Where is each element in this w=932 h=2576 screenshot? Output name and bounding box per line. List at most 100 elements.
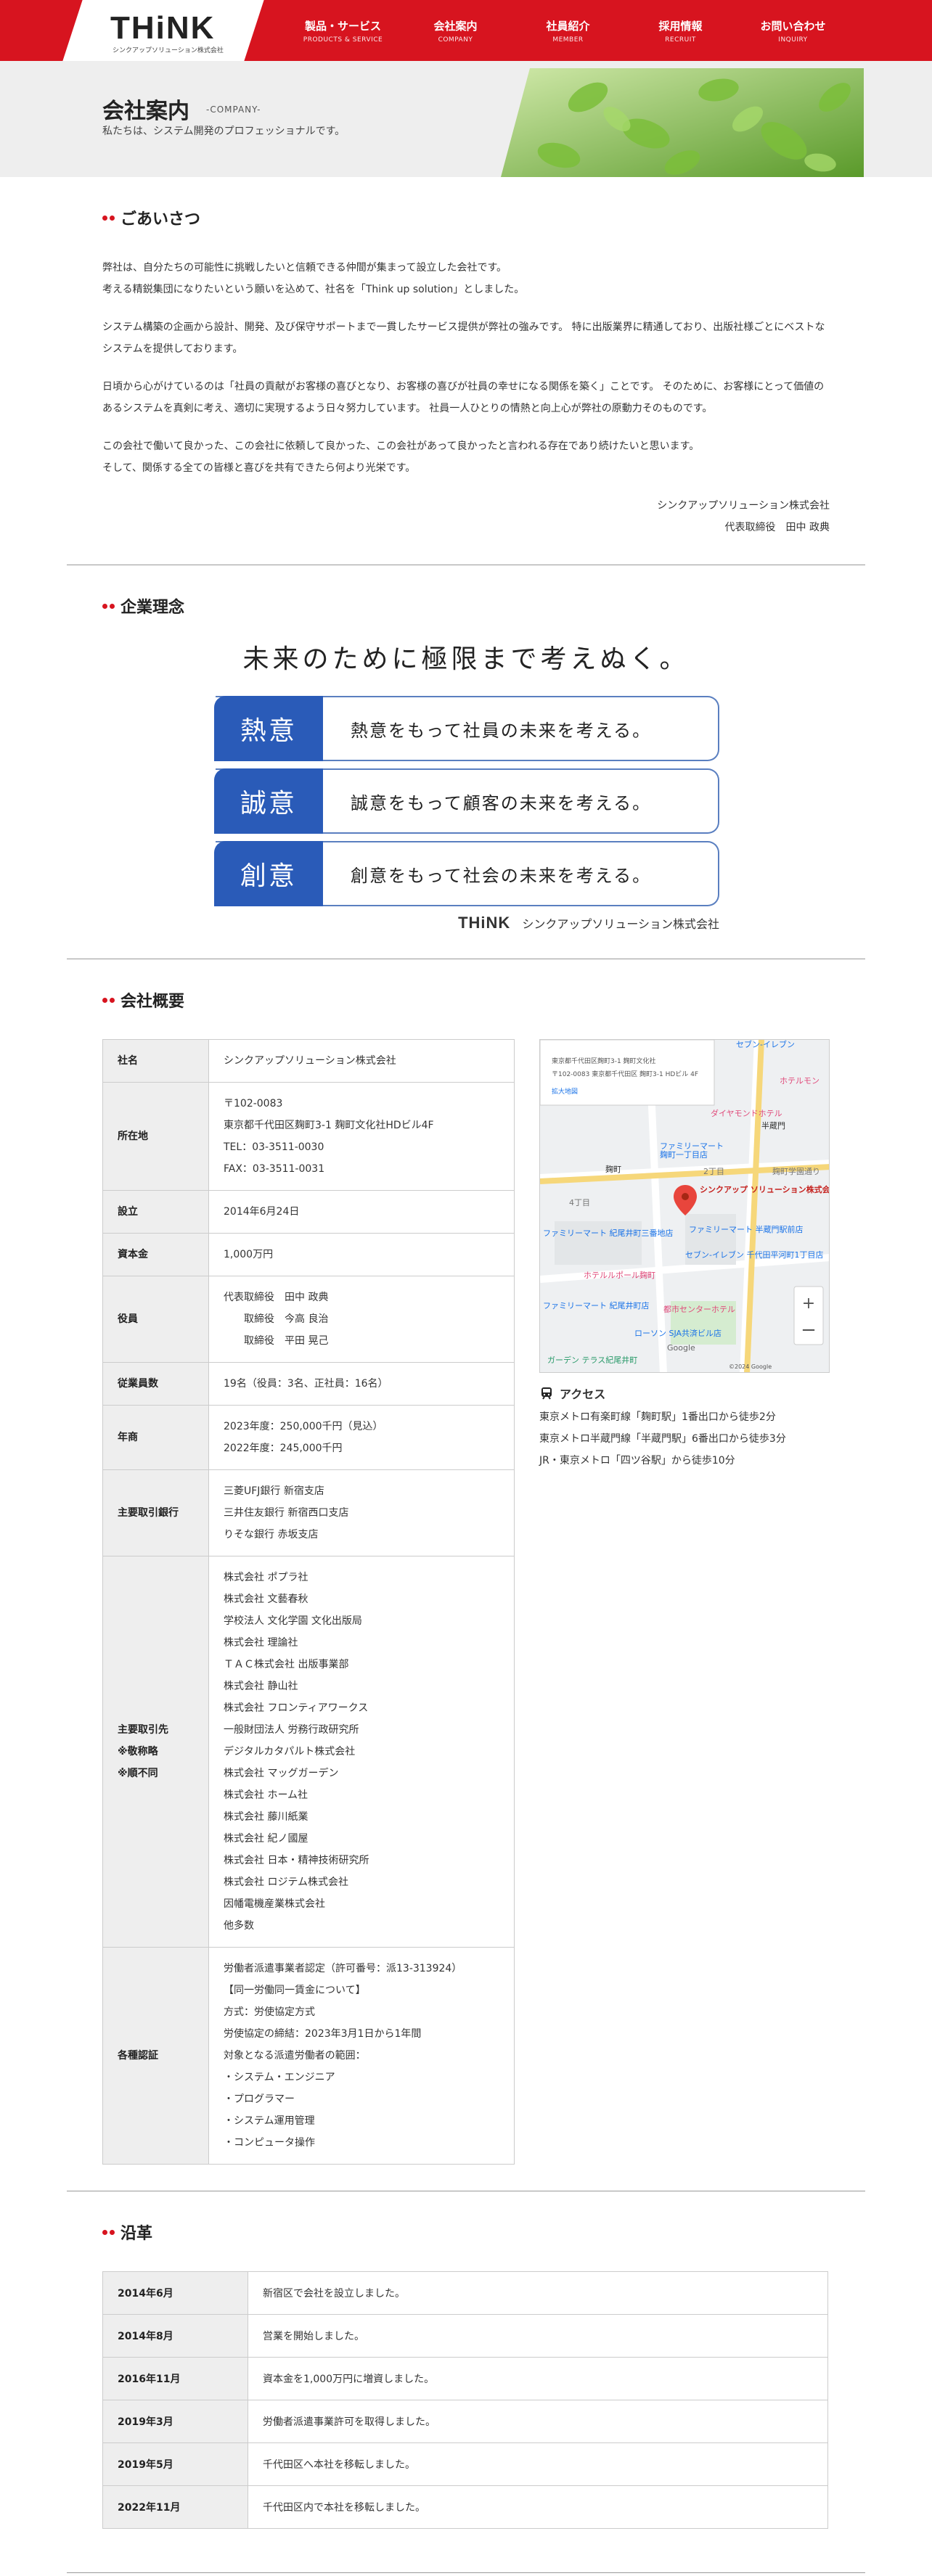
- greeting-signature: シンクアップソリューション株式会社 代表取締役 田中 政典: [102, 495, 830, 538]
- profile-row: 各種認証 労働者派遣事業者認定（許可番号：派13-313924） 【同一労働同一賃金…: [102, 1947, 515, 2165]
- philosophy-text: 創意をもって社会の未来を考える。: [351, 865, 652, 886]
- philosophy-text: 誠意をもって顧客の未来を考える。: [351, 792, 652, 813]
- map-canvas: 東京都千代田区麹町3-1 麹町文化社 〒102-0083 東京都千代田区 麹町3…: [540, 1040, 830, 1372]
- history-section: 沿革 2014年6月 新宿区で会社を設立しました。 2014年8月 営業を開始しました…: [67, 2191, 865, 2573]
- nav-item-inquiry[interactable]: お問い合わせ INQUIRY: [737, 0, 849, 61]
- signature-ceo: 代表取締役 田中 政典: [724, 522, 830, 533]
- site-logo-subtitle: シンクアップソリューション株式会社: [113, 47, 224, 54]
- profile-value-line: 三井住友銀行 新宿西口支店: [224, 1507, 349, 1519]
- profile-value-line: 取締役 平田 晃己: [224, 1335, 329, 1347]
- profile-value-line: 三菱UFJ銀行 新宿支店: [224, 1485, 324, 1497]
- access-line: 東京メトロ有楽町線「麹町駅」1番出口から徒歩2分: [539, 1411, 776, 1423]
- nav-item-products[interactable]: 製品・サービス PRODUCTS & SERVICE: [287, 0, 399, 61]
- svg-text:麹町: 麹町: [605, 1164, 621, 1174]
- profile-row-value: 三菱UFJ銀行 新宿支店 三井住友銀行 新宿西口支店 りそな銀行 赤坂支店: [208, 1469, 515, 1556]
- profile-row: 所在地 〒102-0083 東京都千代田区麹町3-1 麹町文化社HDビル4F TEL：…: [102, 1082, 515, 1191]
- page-title-en: -COMPANY-: [206, 104, 261, 115]
- profile-row-label: 年商: [102, 1405, 209, 1470]
- history-row: 2019年5月 千代田区へ本社を移転しました。: [102, 2442, 828, 2486]
- svg-text:セブン-イレブン 千代田平河町1丁目店: セブン-イレブン 千代田平河町1丁目店: [685, 1250, 823, 1260]
- profile-value-line: 因幡電機産業株式会社: [224, 1898, 325, 1910]
- access-line: JR・東京メトロ「四ツ谷駅」から徒歩10分: [539, 1455, 735, 1467]
- philosophy-row: 誠意 誠意をもって顧客の未来を考える。: [214, 768, 719, 834]
- map-copyright: ©2024 Google: [729, 1363, 772, 1370]
- global-nav: 製品・サービス PRODUCTS & SERVICE 会社案内 COMPANY 社員…: [287, 0, 849, 61]
- heading-dots-icon: [102, 2229, 115, 2235]
- profile-row-value: 1,000万円: [208, 1233, 515, 1276]
- profile-row: 設立 2014年6月24日: [102, 1190, 515, 1234]
- history-date: 2016年11月: [102, 2357, 248, 2400]
- svg-text:ダイヤモンドホテル: ダイヤモンドホテル: [711, 1108, 782, 1118]
- heading-dots-icon: [102, 997, 115, 1003]
- profile-row-value: 〒102-0083 東京都千代田区麹町3-1 麹町文化社HDビル4F TEL：03-…: [208, 1082, 515, 1191]
- profile-row-label: 社名: [102, 1039, 209, 1083]
- philosophy-row: 創意 創意をもって社会の未来を考える。: [214, 841, 719, 906]
- svg-text:ローソン SJA共済ビル店: ローソン SJA共済ビル店: [634, 1328, 722, 1338]
- greeting-paragraph-2: システム構築の企画から設計、開発、及び保守サポートまで一貫したサービス提供が弊社…: [102, 321, 825, 355]
- nav-item-member[interactable]: 社員紹介 MEMBER: [512, 0, 624, 61]
- svg-text:麹町一丁目店: 麹町一丁目店: [660, 1149, 708, 1160]
- profile-value-line: 方式：労使協定方式: [224, 2006, 315, 2018]
- map-enlarge-link[interactable]: 拡大地図: [552, 1087, 578, 1096]
- profile-value-line: ・コンピュータ操作: [224, 2137, 315, 2149]
- history-heading: 沿革: [120, 2225, 153, 2243]
- profile-row-label: 従業員数: [102, 1362, 209, 1406]
- profile-row-value: 19名（役員：3名、正社員：16名）: [208, 1362, 515, 1406]
- profile-value-line: ・システム運用管理: [224, 2115, 315, 2127]
- history-event: 千代田区内で本社を移転しました。: [248, 2485, 828, 2529]
- philosophy-motto: 未来のために極限まで考えぬく。: [242, 644, 690, 674]
- profile-row-value: 代表取締役 田中 政典 取締役 今高 良治 取締役 平田 晃己: [208, 1276, 515, 1363]
- map-zoom-out-icon[interactable]: −: [801, 1319, 817, 1341]
- site-logo[interactable]: THiNK: [110, 10, 215, 46]
- history-event: 営業を開始しました。: [248, 2314, 828, 2358]
- profile-value-line: 株式会社 マッグガーデン: [224, 1768, 339, 1779]
- profile-value-line: 株式会社 理論社: [224, 1637, 298, 1649]
- philosophy-heading: 企業理念: [120, 599, 185, 617]
- profile-row-label: 設立: [102, 1190, 209, 1234]
- greeting-paragraph-4b: そして、関係する全ての皆様と喜びを共有できたら何より光栄です。: [102, 462, 416, 474]
- map-marker-label: シンクアップ ソリューション株式会社: [700, 1184, 830, 1194]
- profile-row-value: 2023年度：250,000千円（見込） 2022年度：245,000千円: [208, 1405, 515, 1470]
- heading-dots-icon: [102, 215, 115, 221]
- heading-dots-icon: [102, 603, 115, 609]
- profile-row-label: 主要取引銀行: [102, 1469, 209, 1556]
- profile-value-line: 〒102-0083: [224, 1098, 283, 1109]
- greeting-paragraph-1a: 弊社は、自分たちの可能性に挑戦したいと信頼できる仲間が集まって設立した会社です。: [102, 262, 507, 274]
- philosophy-badge: 創意: [214, 841, 323, 906]
- profile-value-line: TEL：03-3511-0030: [224, 1141, 324, 1153]
- page-title: 会社案内: [102, 99, 189, 124]
- profile-value-line: FAX：03-3511-0031: [224, 1163, 325, 1175]
- profile-value-line: 株式会社 日本・精神技術研究所: [224, 1855, 369, 1866]
- profile-value-line: 2023年度：250,000千円（見込）: [224, 1421, 383, 1432]
- philosophy-signature: THiNK シンクアップソリューション株式会社: [102, 914, 719, 932]
- profile-value-line: 株式会社 静山社: [224, 1681, 298, 1692]
- profile-value-line: 19名（役員：3名、正社員：16名）: [224, 1378, 388, 1390]
- greeting-heading: ごあいさつ: [120, 210, 201, 229]
- profile-value-line: 株式会社 ロジテム株式会社: [224, 1876, 349, 1888]
- profile-heading: 会社概要: [120, 993, 185, 1011]
- train-icon: [541, 1387, 552, 1400]
- greeting-section: ごあいさつ 弊社は、自分たちの可能性に挑戦したいと信頼できる仲間が集まって設立し…: [67, 177, 865, 565]
- svg-text:ファミリーマート 紀尾井町店: ファミリーマート 紀尾井町店: [543, 1300, 650, 1310]
- profile-value-line: ・システム・エンジニア: [224, 2072, 335, 2083]
- history-row: 2014年6月 新宿区で会社を設立しました。: [102, 2271, 828, 2315]
- map-info-line-1: 東京都千代田区麹町3-1 麹町文化社: [552, 1057, 656, 1065]
- profile-value-line: ・プログラマー: [224, 2093, 295, 2105]
- signature-company: シンクアップソリューション株式会社: [657, 500, 830, 512]
- nav-item-company[interactable]: 会社案内 COMPANY: [399, 0, 512, 61]
- access-line: 東京メトロ半蔵門線「半蔵門駅」6番出口から徒歩3分: [539, 1433, 786, 1445]
- google-map[interactable]: 東京都千代田区麹町3-1 麹町文化社 〒102-0083 東京都千代田区 麹町3…: [539, 1039, 830, 1373]
- profile-row: 主要取引先 ※敬称略 ※順不同 株式会社 ポプラ社 株式会社 文藝春秋 学校法人 文化学園…: [102, 1556, 515, 1948]
- profile-value-line: デジタルカタパルト株式会社: [224, 1746, 356, 1757]
- history-row: 2019年3月 労働者派遣事業許可を取得しました。: [102, 2400, 828, 2443]
- greeting-paragraph-1b: 考える精鋭集団になりたいという願いを込めて、社名を「Think up solut…: [102, 284, 525, 295]
- history-date: 2014年8月: [102, 2314, 248, 2358]
- nav-item-recruit[interactable]: 採用情報 RECRUIT: [624, 0, 737, 61]
- history-date: 2019年3月: [102, 2400, 248, 2443]
- profile-value-line: ＴＡＣ株式会社 出版事業部: [224, 1659, 349, 1670]
- philosophy-sign-logo: THiNK: [458, 914, 511, 932]
- map-zoom-in-icon[interactable]: +: [802, 1295, 815, 1313]
- greeting-paragraph-3: 日頃から心がけているのは「社員の貢献がお客様の喜びとなり、お客様の喜びが社員の幸…: [102, 381, 825, 414]
- access-list: 東京メトロ有楽町線「麹町駅」1番出口から徒歩2分 東京メトロ半蔵門線「半蔵門駅」…: [539, 1406, 830, 1472]
- profile-row-value: シンクアップソリューション株式会社: [208, 1039, 515, 1083]
